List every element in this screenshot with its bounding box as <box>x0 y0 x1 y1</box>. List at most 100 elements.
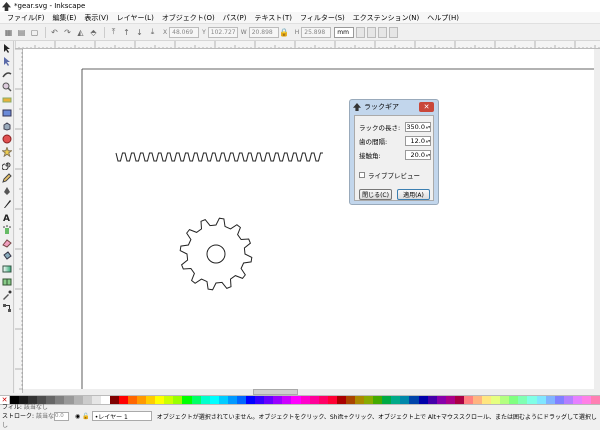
flip-horizontal-icon[interactable]: ◭ <box>75 27 86 38</box>
color-swatch[interactable] <box>273 396 283 404</box>
pencil-tool-icon[interactable] <box>1 172 13 184</box>
color-swatch[interactable] <box>128 396 138 404</box>
color-swatch[interactable] <box>300 396 310 404</box>
w-input[interactable]: 20.898 <box>248 26 279 38</box>
select-all-icon[interactable]: ▦ <box>3 27 14 38</box>
move-patterns-toggle[interactable] <box>389 26 399 38</box>
color-swatch[interactable] <box>354 396 365 404</box>
color-swatch[interactable] <box>454 396 464 404</box>
color-swatch[interactable] <box>427 396 437 404</box>
color-swatch[interactable] <box>364 396 374 404</box>
dropper-tool-icon[interactable] <box>1 289 13 301</box>
raise-icon[interactable]: ↑ <box>121 27 132 38</box>
color-swatch[interactable] <box>164 396 174 404</box>
color-swatch[interactable] <box>146 396 156 404</box>
bucket-tool-icon[interactable] <box>1 250 13 262</box>
color-swatch[interactable] <box>209 396 219 404</box>
spiral-tool-icon[interactable] <box>1 159 13 171</box>
text-tool-icon[interactable]: A <box>1 211 13 223</box>
menu-filters[interactable]: フィルター(S) <box>296 13 349 23</box>
color-swatch[interactable] <box>591 396 600 404</box>
vertical-ruler[interactable] <box>15 48 23 393</box>
layer-visibility-icon[interactable]: ◉ <box>75 413 80 420</box>
color-swatch[interactable] <box>100 396 110 404</box>
color-swatch[interactable] <box>336 396 346 404</box>
color-swatch[interactable] <box>436 396 446 404</box>
color-swatch[interactable] <box>64 396 74 404</box>
color-swatch[interactable] <box>236 396 247 404</box>
gear-hole[interactable] <box>206 244 226 264</box>
h-input[interactable]: 25.898 <box>301 26 332 38</box>
menu-edit[interactable]: 編集(E) <box>49 13 81 23</box>
color-swatch[interactable] <box>563 396 573 404</box>
calligraphy-tool-icon[interactable] <box>1 198 13 210</box>
color-swatch[interactable] <box>109 396 119 404</box>
flip-vertical-icon[interactable]: ⬘ <box>88 27 99 38</box>
horizontal-ruler[interactable] <box>15 41 600 49</box>
color-swatch[interactable] <box>500 396 510 404</box>
raise-to-top-icon[interactable]: ⤒ <box>108 27 119 38</box>
color-swatch[interactable] <box>472 396 483 404</box>
lock-ratio-icon[interactable]: 🔒 <box>279 27 290 38</box>
pen-tool-icon[interactable] <box>1 185 13 197</box>
rack-length-input[interactable]: 350.0 ▲▼ <box>405 121 431 132</box>
color-swatch[interactable] <box>309 396 319 404</box>
unit-select[interactable]: mm <box>334 26 355 38</box>
lower-icon[interactable]: ↓ <box>134 27 145 38</box>
scale-corners-toggle[interactable] <box>367 26 377 38</box>
color-swatch[interactable] <box>200 396 210 404</box>
menu-help[interactable]: ヘルプ(H) <box>423 13 463 23</box>
layer-select[interactable]: •レイヤー 1 <box>91 411 152 421</box>
menu-layer[interactable]: レイヤー(L) <box>113 13 158 23</box>
connector-tool-icon[interactable] <box>1 302 13 314</box>
color-swatch[interactable] <box>400 396 410 404</box>
ellipse-tool-icon[interactable] <box>1 133 13 145</box>
spin-arrows-icon[interactable]: ▲▼ <box>426 123 431 131</box>
color-swatch[interactable] <box>264 396 274 404</box>
rotate-cw-icon[interactable]: ↷ <box>62 27 73 38</box>
star-tool-icon[interactable] <box>1 146 13 158</box>
zoom-tool-icon[interactable] <box>1 81 13 93</box>
layer-lock-icon[interactable]: 🔓 <box>82 413 89 420</box>
deselect-icon[interactable]: ▢ <box>29 27 40 38</box>
menu-view[interactable]: 表示(V) <box>80 13 112 23</box>
color-swatch[interactable] <box>527 396 537 404</box>
live-preview-checkbox[interactable] <box>359 172 365 178</box>
color-swatch[interactable] <box>282 396 292 404</box>
color-swatch[interactable] <box>137 396 147 404</box>
x-input[interactable]: 48.069 <box>169 26 200 38</box>
color-swatch[interactable] <box>536 396 546 404</box>
color-swatch[interactable] <box>545 396 555 404</box>
color-swatch[interactable] <box>73 396 83 404</box>
drawing-canvas[interactable] <box>23 49 600 389</box>
color-swatch[interactable] <box>82 396 92 404</box>
gradient-tool-icon[interactable] <box>1 263 13 275</box>
color-swatch[interactable] <box>491 396 501 404</box>
color-swatch[interactable] <box>518 396 528 404</box>
move-gradients-toggle[interactable] <box>378 26 388 38</box>
spin-arrows-icon[interactable]: ▲▼ <box>426 151 431 159</box>
color-swatch[interactable] <box>255 396 265 404</box>
color-swatch[interactable] <box>509 396 519 404</box>
color-swatch[interactable] <box>91 396 101 404</box>
scale-stroke-toggle[interactable] <box>356 26 366 38</box>
color-swatch[interactable] <box>155 396 165 404</box>
color-swatch[interactable] <box>345 396 355 404</box>
rotate-ccw-icon[interactable]: ↶ <box>49 27 60 38</box>
color-swatch[interactable] <box>445 396 455 404</box>
color-swatch[interactable] <box>572 396 582 404</box>
color-swatch[interactable] <box>291 396 301 404</box>
apply-button[interactable]: 適用(A) <box>397 189 430 200</box>
lower-to-bottom-icon[interactable]: ⤓ <box>147 27 158 38</box>
contact-angle-input[interactable]: 20.0 ▲▼ <box>405 149 431 160</box>
color-swatch[interactable] <box>227 396 237 404</box>
opacity-input[interactable]: 0.0 <box>54 411 69 421</box>
color-swatch[interactable] <box>118 396 129 404</box>
color-swatch[interactable] <box>246 396 256 404</box>
close-button[interactable]: 閉じる(C) <box>359 189 392 200</box>
menu-object[interactable]: オブジェクト(O) <box>158 13 219 23</box>
select-all-layers-icon[interactable]: ▤ <box>16 27 27 38</box>
eraser-tool-icon[interactable] <box>1 237 13 249</box>
color-swatch[interactable] <box>55 396 65 404</box>
spray-tool-icon[interactable] <box>1 224 13 236</box>
